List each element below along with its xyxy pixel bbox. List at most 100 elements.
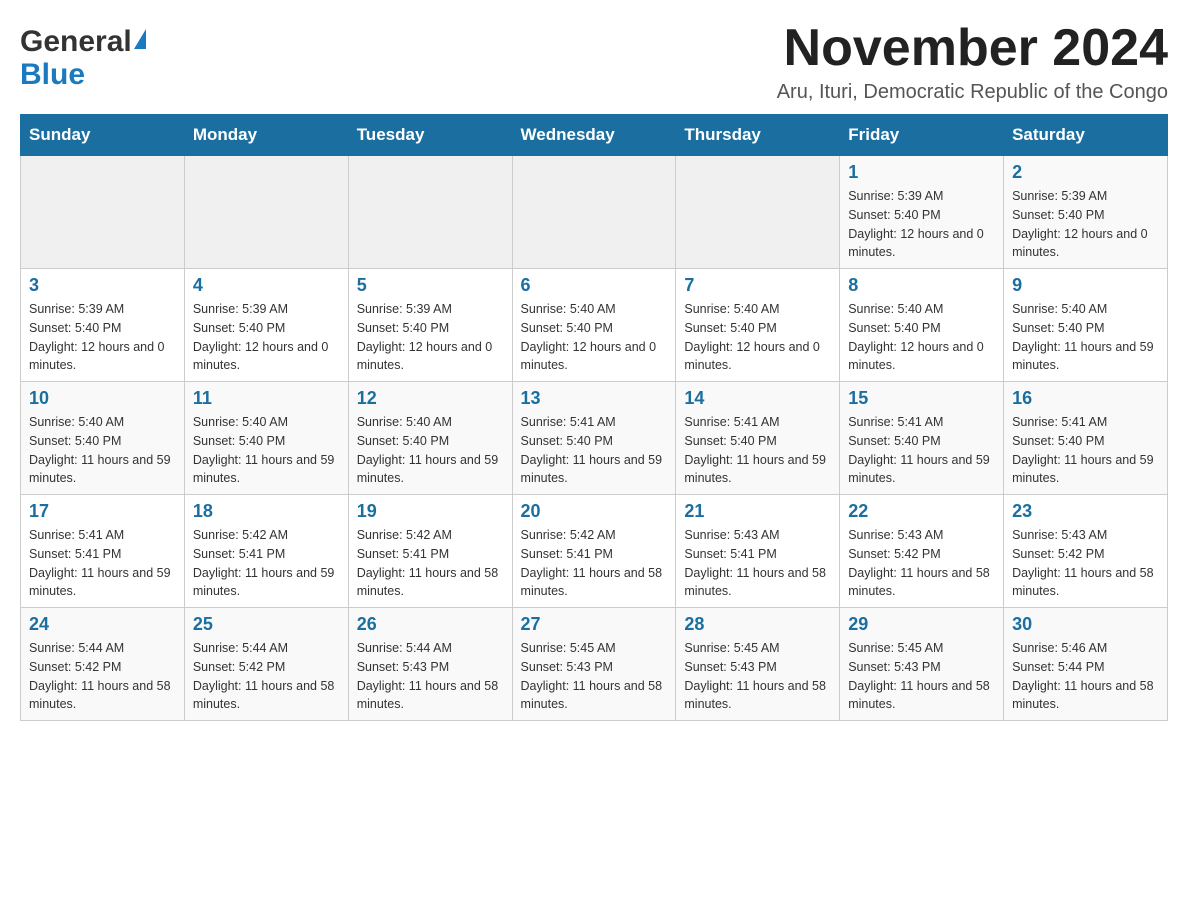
calendar-cell [348, 156, 512, 269]
day-number: 2 [1012, 162, 1159, 183]
day-number: 26 [357, 614, 504, 635]
calendar-cell: 6 Sunrise: 5:40 AMSunset: 5:40 PMDaylight… [512, 269, 676, 382]
day-info: Sunrise: 5:40 AMSunset: 5:40 PMDaylight:… [848, 300, 995, 375]
day-number: 20 [521, 501, 668, 522]
title-area: November 2024 Aru, Ituri, Democratic Rep… [777, 20, 1168, 104]
day-info: Sunrise: 5:43 AMSunset: 5:42 PMDaylight:… [848, 526, 995, 601]
day-info: Sunrise: 5:41 AMSunset: 5:40 PMDaylight:… [684, 413, 831, 488]
calendar-cell [512, 156, 676, 269]
calendar-cell: 24 Sunrise: 5:44 AMSunset: 5:42 PMDayligh… [21, 608, 185, 721]
day-number: 18 [193, 501, 340, 522]
calendar-cell: 17 Sunrise: 5:41 AMSunset: 5:41 PMDayligh… [21, 495, 185, 608]
header-friday: Friday [840, 115, 1004, 156]
calendar-cell: 27Sunrise: 5:45 AMSunset: 5:43 PMDayligh… [512, 608, 676, 721]
calendar-cell: 14 Sunrise: 5:41 AMSunset: 5:40 PMDayligh… [676, 382, 840, 495]
day-number: 15 [848, 388, 995, 409]
day-number: 6 [521, 275, 668, 296]
calendar-cell: 26 Sunrise: 5:44 AMSunset: 5:43 PMDayligh… [348, 608, 512, 721]
logo: General Blue [20, 20, 146, 91]
day-number: 21 [684, 501, 831, 522]
day-number: 14 [684, 388, 831, 409]
logo-arrow-icon [134, 29, 146, 49]
calendar-cell: 29Sunrise: 5:45 AMSunset: 5:43 PMDayligh… [840, 608, 1004, 721]
day-number: 27 [521, 614, 668, 635]
day-info: Sunrise: 5:39 AMSunset: 5:40 PMDaylight:… [357, 300, 504, 375]
header-sunday: Sunday [21, 115, 185, 156]
day-number: 28 [684, 614, 831, 635]
day-number: 24 [29, 614, 176, 635]
calendar-cell: 3Sunrise: 5:39 AMSunset: 5:40 PMDaylight… [21, 269, 185, 382]
day-info: Sunrise: 5:42 AMSunset: 5:41 PMDaylight:… [357, 526, 504, 601]
calendar-cell: 15 Sunrise: 5:41 AMSunset: 5:40 PMDayligh… [840, 382, 1004, 495]
calendar-cell: 5 Sunrise: 5:39 AMSunset: 5:40 PMDaylight… [348, 269, 512, 382]
header-thursday: Thursday [676, 115, 840, 156]
calendar-cell: 18 Sunrise: 5:42 AMSunset: 5:41 PMDayligh… [184, 495, 348, 608]
day-info: Sunrise: 5:40 AMSunset: 5:40 PMDaylight:… [521, 300, 668, 375]
day-number: 16 [1012, 388, 1159, 409]
day-number: 22 [848, 501, 995, 522]
calendar-cell: 13Sunrise: 5:41 AMSunset: 5:40 PMDayligh… [512, 382, 676, 495]
calendar-cell: 21 Sunrise: 5:43 AMSunset: 5:41 PMDayligh… [676, 495, 840, 608]
calendar-cell: 2Sunrise: 5:39 AMSunset: 5:40 PMDaylight… [1004, 156, 1168, 269]
day-info: Sunrise: 5:44 AMSunset: 5:42 PMDaylight:… [29, 639, 176, 714]
day-info: Sunrise: 5:40 AMSunset: 5:40 PMDaylight:… [193, 413, 340, 488]
logo-general: General [20, 25, 146, 58]
week-row-3: 10 Sunrise: 5:40 AMSunset: 5:40 PMDayligh… [21, 382, 1168, 495]
calendar-cell [676, 156, 840, 269]
day-number: 17 [29, 501, 176, 522]
week-row-5: 24 Sunrise: 5:44 AMSunset: 5:42 PMDayligh… [21, 608, 1168, 721]
day-number: 1 [848, 162, 995, 183]
day-number: 25 [193, 614, 340, 635]
day-info: Sunrise: 5:40 AMSunset: 5:40 PMDaylight:… [357, 413, 504, 488]
day-info: Sunrise: 5:42 AMSunset: 5:41 PMDaylight:… [193, 526, 340, 601]
calendar-cell: 16Sunrise: 5:41 AMSunset: 5:40 PMDayligh… [1004, 382, 1168, 495]
day-number: 8 [848, 275, 995, 296]
calendar-cell: 19 Sunrise: 5:42 AMSunset: 5:41 PMDayligh… [348, 495, 512, 608]
header-saturday: Saturday [1004, 115, 1168, 156]
day-info: Sunrise: 5:40 AMSunset: 5:40 PMDaylight:… [1012, 300, 1159, 375]
week-row-4: 17 Sunrise: 5:41 AMSunset: 5:41 PMDayligh… [21, 495, 1168, 608]
day-info: Sunrise: 5:40 AMSunset: 5:40 PMDaylight:… [29, 413, 176, 488]
header-monday: Monday [184, 115, 348, 156]
day-number: 13 [521, 388, 668, 409]
calendar-cell: 28 Sunrise: 5:45 AMSunset: 5:43 PMDayligh… [676, 608, 840, 721]
day-info: Sunrise: 5:42 AMSunset: 5:41 PMDaylight:… [521, 526, 668, 601]
day-number: 11 [193, 388, 340, 409]
day-info: Sunrise: 5:46 AMSunset: 5:44 PMDaylight:… [1012, 639, 1159, 714]
day-info: Sunrise: 5:45 AMSunset: 5:43 PMDaylight:… [684, 639, 831, 714]
header: General Blue November 2024 Aru, Ituri, D… [20, 20, 1168, 104]
calendar-cell: 10 Sunrise: 5:40 AMSunset: 5:40 PMDayligh… [21, 382, 185, 495]
calendar-cell: 30 Sunrise: 5:46 AMSunset: 5:44 PMDayligh… [1004, 608, 1168, 721]
day-info: Sunrise: 5:44 AMSunset: 5:43 PMDaylight:… [357, 639, 504, 714]
day-info: Sunrise: 5:44 AMSunset: 5:42 PMDaylight:… [193, 639, 340, 714]
day-info: Sunrise: 5:39 AMSunset: 5:40 PMDaylight:… [848, 187, 995, 262]
day-number: 30 [1012, 614, 1159, 635]
calendar-cell: 9Sunrise: 5:40 AMSunset: 5:40 PMDaylight… [1004, 269, 1168, 382]
calendar-cell: 20 Sunrise: 5:42 AMSunset: 5:41 PMDayligh… [512, 495, 676, 608]
day-number: 23 [1012, 501, 1159, 522]
day-number: 10 [29, 388, 176, 409]
day-info: Sunrise: 5:39 AMSunset: 5:40 PMDaylight:… [193, 300, 340, 375]
day-info: Sunrise: 5:43 AMSunset: 5:41 PMDaylight:… [684, 526, 831, 601]
week-row-1: 1 Sunrise: 5:39 AMSunset: 5:40 PMDaylight… [21, 156, 1168, 269]
week-row-2: 3Sunrise: 5:39 AMSunset: 5:40 PMDaylight… [21, 269, 1168, 382]
calendar-table: SundayMondayTuesdayWednesdayThursdayFrid… [20, 114, 1168, 721]
header-wednesday: Wednesday [512, 115, 676, 156]
month-year-title: November 2024 [777, 20, 1168, 77]
calendar-cell [21, 156, 185, 269]
calendar-cell: 25 Sunrise: 5:44 AMSunset: 5:42 PMDayligh… [184, 608, 348, 721]
logo-blue: Blue [20, 58, 146, 91]
day-number: 19 [357, 501, 504, 522]
day-info: Sunrise: 5:41 AMSunset: 5:40 PMDaylight:… [848, 413, 995, 488]
day-info: Sunrise: 5:39 AMSunset: 5:40 PMDaylight:… [29, 300, 176, 375]
calendar-header: SundayMondayTuesdayWednesdayThursdayFrid… [21, 115, 1168, 156]
calendar-cell: 11 Sunrise: 5:40 AMSunset: 5:40 PMDayligh… [184, 382, 348, 495]
calendar-cell: 1 Sunrise: 5:39 AMSunset: 5:40 PMDaylight… [840, 156, 1004, 269]
calendar-cell: 12Sunrise: 5:40 AMSunset: 5:40 PMDayligh… [348, 382, 512, 495]
day-number: 5 [357, 275, 504, 296]
day-info: Sunrise: 5:45 AMSunset: 5:43 PMDaylight:… [848, 639, 995, 714]
calendar-cell: 7Sunrise: 5:40 AMSunset: 5:40 PMDaylight… [676, 269, 840, 382]
calendar-cell: 8 Sunrise: 5:40 AMSunset: 5:40 PMDaylight… [840, 269, 1004, 382]
day-info: Sunrise: 5:41 AMSunset: 5:41 PMDaylight:… [29, 526, 176, 601]
header-tuesday: Tuesday [348, 115, 512, 156]
